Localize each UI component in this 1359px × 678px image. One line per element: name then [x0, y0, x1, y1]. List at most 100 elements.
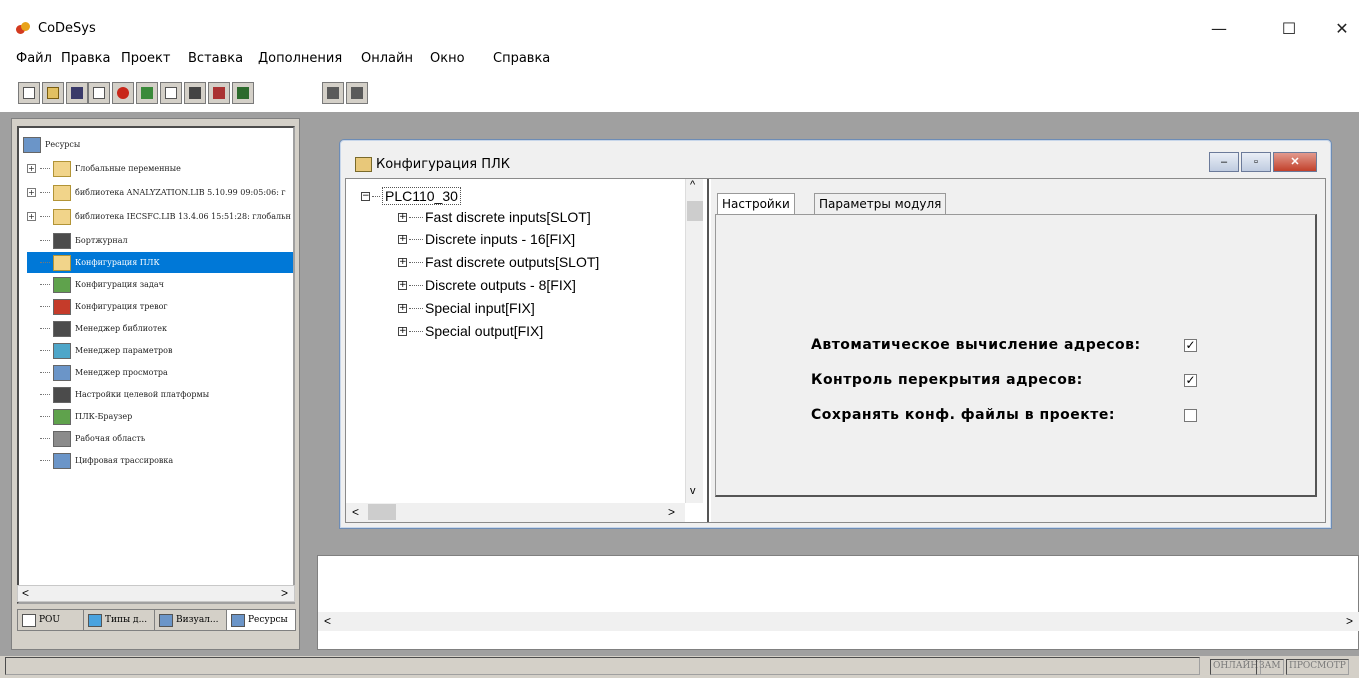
step-icon[interactable]: [136, 82, 158, 104]
expand-icon[interactable]: +: [27, 212, 36, 221]
child-minimize-button[interactable]: –: [1209, 152, 1239, 172]
alarm-config-icon: [53, 298, 71, 315]
tree-horizontal-scrollbar[interactable]: < >: [17, 585, 295, 602]
tree-module-item[interactable]: + Fast discrete outputs[SLOT]: [398, 254, 599, 270]
settings-panel: Автоматическое вычисление адресов: ✓ Кон…: [715, 214, 1317, 497]
child-close-button[interactable]: ✕: [1273, 152, 1317, 172]
login-icon[interactable]: [88, 82, 110, 104]
message-window: [317, 555, 1359, 650]
menu-file[interactable]: Файл: [16, 51, 52, 66]
tree-item[interactable]: Конфигурация задач: [27, 274, 164, 295]
tree-root-plc[interactable]: − PLC110_30: [361, 187, 461, 205]
tree-item[interactable]: Цифровая трассировка: [27, 450, 173, 471]
object-organizer: Ресурсы + Глобальные переменные + библио…: [11, 118, 300, 650]
tree-module-item[interactable]: + Special input[FIX]: [398, 300, 535, 316]
scroll-thumb[interactable]: [687, 201, 703, 221]
expand-icon[interactable]: +: [398, 280, 407, 290]
message-horizontal-scrollbar[interactable]: < >: [318, 612, 1359, 631]
stop-icon[interactable]: [112, 82, 134, 104]
menu-project[interactable]: Проект: [121, 51, 170, 66]
tab-data-types[interactable]: Типы д...: [83, 609, 155, 631]
status-online: ОНЛАЙН: [1210, 659, 1262, 675]
tree-module-item[interactable]: + Fast discrete inputs[SLOT]: [398, 209, 591, 225]
maximize-button[interactable]: ☐: [1266, 14, 1312, 44]
tree-item-selected[interactable]: Конфигурация ПЛК: [27, 252, 293, 273]
tree-item[interactable]: Бортжурнал: [27, 230, 128, 251]
close-button[interactable]: ✕: [1319, 14, 1359, 44]
find-icon[interactable]: [322, 82, 344, 104]
scroll-right-icon[interactable]: >: [668, 505, 675, 519]
save-icon[interactable]: [66, 82, 88, 104]
rebuild-icon[interactable]: [208, 82, 230, 104]
tree-root-resources[interactable]: Ресурсы: [23, 134, 80, 155]
tree-item[interactable]: Менеджер библиотек: [27, 318, 167, 339]
tree-item[interactable]: Конфигурация тревог: [27, 296, 168, 317]
tree-item[interactable]: Настройки целевой платформы: [27, 384, 209, 405]
tree-module-item[interactable]: + Discrete outputs - 8[FIX]: [398, 277, 576, 293]
replace-icon[interactable]: [346, 82, 368, 104]
open-folder-icon[interactable]: [42, 82, 64, 104]
child-window-controls: – ▫ ✕: [1207, 152, 1317, 172]
workspace-icon: [53, 430, 71, 447]
tree-horizontal-scrollbar[interactable]: < >: [346, 503, 685, 522]
menu-edit[interactable]: Правка: [61, 51, 110, 66]
tab-resources[interactable]: Ресурсы: [226, 609, 296, 631]
tree-module-item[interactable]: + Discrete inputs - 16[FIX]: [398, 231, 575, 247]
build-icon[interactable]: [184, 82, 206, 104]
menu-insert[interactable]: Вставка: [188, 51, 243, 66]
expand-icon[interactable]: +: [398, 257, 407, 267]
tree-item[interactable]: + Глобальные переменные: [27, 158, 181, 179]
plc-browser-icon: [53, 408, 71, 425]
auto-address-checkbox[interactable]: ✓: [1184, 339, 1197, 352]
data-types-icon: [88, 613, 102, 627]
auto-address-label: Автоматическое вычисление адресов:: [811, 337, 1141, 353]
folder-icon: [53, 184, 71, 201]
tab-module-parameters[interactable]: Параметры модуля: [814, 193, 947, 215]
tree-item[interactable]: Рабочая область: [27, 428, 145, 449]
parameter-manager-icon: [53, 342, 71, 359]
tab-pou[interactable]: POU: [17, 609, 84, 631]
expand-icon[interactable]: +: [398, 212, 407, 222]
folder-icon: [53, 208, 71, 225]
breakpoint-icon[interactable]: [160, 82, 182, 104]
expand-icon[interactable]: +: [398, 234, 407, 244]
toolbar: [0, 74, 1359, 112]
scroll-left-icon[interactable]: <: [324, 614, 331, 628]
scroll-left-icon[interactable]: <: [352, 505, 359, 519]
menu-extras[interactable]: Дополнения: [258, 51, 342, 66]
tree-item[interactable]: + библиотека ANALYZATION.LIB 5.10.99 09:…: [27, 182, 286, 203]
menu-online[interactable]: Онлайн: [361, 51, 413, 66]
save-config-files-checkbox[interactable]: [1184, 409, 1197, 422]
pou-icon: [22, 613, 36, 627]
collapse-icon[interactable]: −: [361, 191, 370, 201]
scroll-down-icon[interactable]: v: [690, 485, 696, 497]
visualization-icon: [159, 613, 173, 627]
scroll-right-icon[interactable]: >: [281, 586, 288, 600]
expand-icon[interactable]: +: [27, 164, 36, 173]
new-file-icon[interactable]: [18, 82, 40, 104]
tree-item[interactable]: + библиотека IECSFC.LIB 13.4.06 15:51:28…: [27, 206, 291, 227]
expand-icon[interactable]: +: [398, 303, 407, 313]
tree-item[interactable]: ПЛК-Браузер: [27, 406, 132, 427]
scroll-left-icon[interactable]: <: [22, 586, 29, 600]
tree-item[interactable]: Менеджер просмотра: [27, 362, 168, 383]
plc-config-tree: − PLC110_30 + Fast discrete inputs[SLOT]…: [346, 179, 709, 522]
child-maximize-button[interactable]: ▫: [1241, 152, 1271, 172]
print-icon[interactable]: [232, 82, 254, 104]
expand-icon[interactable]: +: [398, 326, 407, 336]
scroll-right-icon[interactable]: >: [1346, 614, 1353, 628]
tab-visualizations[interactable]: Визуал...: [154, 609, 227, 631]
expand-icon[interactable]: +: [27, 188, 36, 197]
scroll-thumb[interactable]: [368, 504, 396, 520]
menu-help[interactable]: Справка: [493, 51, 550, 66]
minimize-button[interactable]: —: [1196, 14, 1242, 44]
tree-item[interactable]: Менеджер параметров: [27, 340, 173, 361]
plc-config-icon: [355, 157, 372, 172]
status-view: ПРОСМОТР: [1286, 659, 1349, 675]
scroll-up-icon[interactable]: ^: [690, 179, 695, 191]
tab-settings[interactable]: Настройки: [717, 193, 795, 215]
menu-window[interactable]: Окно: [430, 51, 465, 66]
tree-module-item[interactable]: + Special output[FIX]: [398, 323, 543, 339]
tree-vertical-scrollbar[interactable]: ^ v: [685, 179, 703, 503]
overlap-check-checkbox[interactable]: ✓: [1184, 374, 1197, 387]
